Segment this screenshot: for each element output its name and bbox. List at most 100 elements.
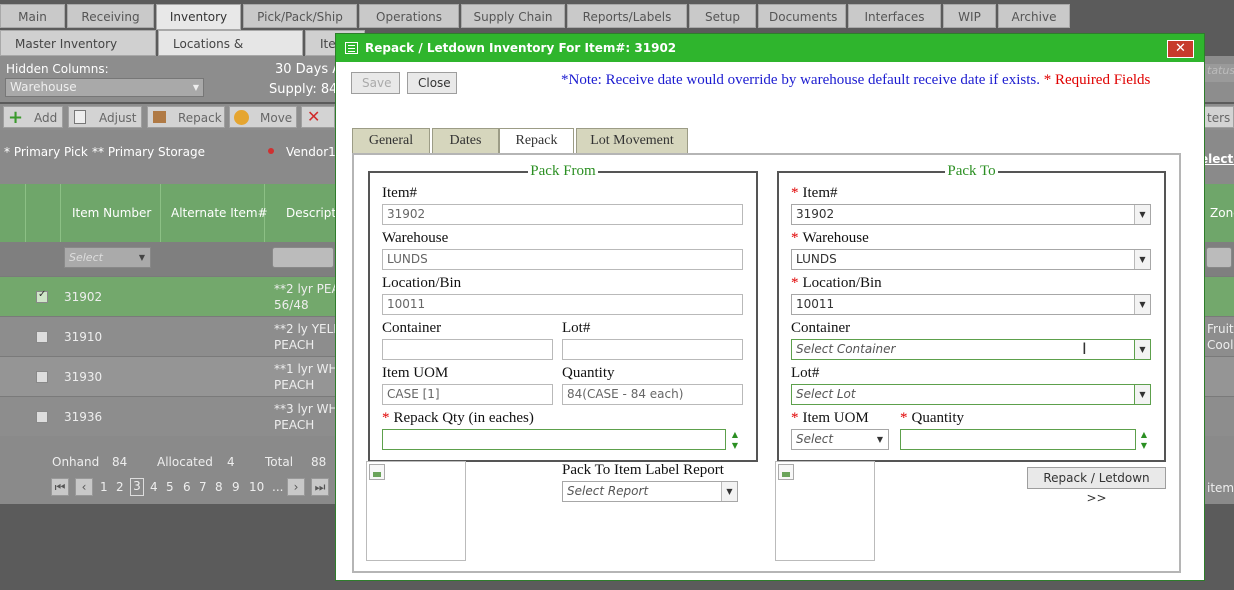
to-quantity-spinner[interactable]: ▲ ▼: [1137, 429, 1151, 453]
close-icon[interactable]: ✕: [1167, 40, 1194, 58]
to-item-label: * Item#: [791, 185, 838, 201]
chevron-down-icon: ▼: [1134, 385, 1150, 404]
from-container-field[interactable]: [382, 339, 553, 360]
hidden-columns-select[interactable]: Warehouse ▼: [5, 78, 204, 97]
dialog-titlebar[interactable]: Repack / Letdown Inventory For Item#: 31…: [336, 34, 1204, 62]
from-uom-field[interactable]: CASE [1]: [382, 384, 553, 405]
tab-operations[interactable]: Operations: [359, 4, 459, 28]
tab-setup[interactable]: Setup: [689, 4, 756, 28]
total-label: Total: [265, 455, 294, 469]
adjust-button[interactable]: Adjust: [68, 106, 142, 128]
description-filter[interactable]: [272, 247, 334, 268]
chevron-down-icon: ▼: [721, 482, 737, 501]
to-item-select[interactable]: 31902 ▼: [791, 204, 1151, 225]
from-item-field[interactable]: 31902: [382, 204, 743, 225]
required-fields-note: * Required Fields: [1043, 72, 1151, 88]
tab-reports-labels[interactable]: Reports/Labels: [567, 4, 687, 28]
vendor-legend: Vendor1: [286, 145, 336, 159]
label-report-select[interactable]: Select Report ▼: [562, 481, 738, 502]
add-button[interactable]: + Add: [3, 106, 63, 128]
page-8[interactable]: 8: [215, 480, 223, 494]
tab-dates[interactable]: Dates: [432, 128, 499, 154]
row-item-number: 31902: [64, 290, 103, 304]
page-9[interactable]: 9: [232, 480, 240, 494]
row-checkbox[interactable]: [36, 331, 48, 343]
window-icon: [345, 42, 358, 54]
close-button[interactable]: Close: [407, 72, 457, 94]
tab-wip[interactable]: WIP: [943, 4, 996, 28]
chevron-down-icon: ▼: [872, 430, 888, 449]
tab-documents[interactable]: Documents: [758, 4, 846, 28]
from-item-label: Item#: [382, 185, 417, 201]
page-7[interactable]: 7: [199, 480, 207, 494]
sub-nav-tabs: Master Inventory Profile Locations & Qua…: [0, 30, 367, 77]
from-lot-field[interactable]: [562, 339, 743, 360]
tab-general[interactable]: General: [352, 128, 430, 154]
to-lot-select[interactable]: Select Lot ▼: [791, 384, 1151, 405]
page-2[interactable]: 2: [116, 480, 124, 494]
from-location-field[interactable]: 10011: [382, 294, 743, 315]
col-alternate-item[interactable]: Alternate Item#: [171, 206, 268, 220]
page-1[interactable]: 1: [100, 480, 108, 494]
from-lot-label: Lot#: [562, 320, 591, 336]
row-desc-line2: 56/48: [274, 298, 309, 312]
first-page-icon[interactable]: ⏮: [51, 478, 69, 496]
prev-page-icon[interactable]: ‹: [75, 478, 93, 496]
row-item-number: 31936: [64, 410, 103, 424]
row-checkbox[interactable]: [36, 411, 48, 423]
chevron-down-icon: ▼: [1134, 295, 1150, 314]
plus-icon: +: [8, 107, 24, 128]
repack-qty-spinner[interactable]: ▲ ▼: [728, 429, 742, 453]
to-lot-label: Lot#: [791, 365, 820, 381]
to-container-select[interactable]: Select Container ▼: [791, 339, 1151, 360]
last-page-icon[interactable]: ⏭: [311, 478, 329, 496]
broken-image-icon: [778, 464, 794, 480]
repack-qty-input[interactable]: [382, 429, 726, 450]
tab-master-inventory-profile[interactable]: Master Inventory Profile: [0, 30, 156, 77]
hidden-columns-label: Hidden Columns:: [6, 62, 109, 76]
tab-lot-movement[interactable]: Lot Movement: [576, 128, 688, 154]
page-3-current[interactable]: 3: [130, 478, 144, 496]
status-filter[interactable]: tatus: [1204, 64, 1234, 82]
tab-main[interactable]: Main: [0, 4, 65, 28]
tab-pick-pack-ship[interactable]: Pick/Pack/Ship: [243, 4, 357, 28]
col-item-number[interactable]: Item Number: [72, 206, 151, 220]
item-number-filter[interactable]: Select ▼: [64, 247, 151, 268]
page-10[interactable]: 10: [249, 480, 264, 494]
onhand-value: 84: [112, 455, 128, 469]
to-uom-select[interactable]: Select ▼: [791, 429, 889, 450]
page-6[interactable]: 6: [183, 480, 191, 494]
filters-label: ters: [1207, 111, 1231, 125]
selected-link[interactable]: elected: [1200, 152, 1234, 166]
tab-repack[interactable]: Repack: [499, 128, 574, 155]
repack-letdown-button[interactable]: Repack / Letdown >>: [1027, 467, 1166, 505]
page-5[interactable]: 5: [166, 480, 174, 494]
next-page-icon[interactable]: ›: [287, 478, 305, 496]
col-zone[interactable]: Zone: [1210, 206, 1234, 220]
to-warehouse-value: LUNDS: [796, 252, 837, 266]
tab-archive[interactable]: Archive: [998, 4, 1070, 28]
to-location-select[interactable]: 10011 ▼: [791, 294, 1151, 315]
row-checkbox[interactable]: [36, 371, 48, 383]
to-warehouse-select[interactable]: LUNDS ▼: [791, 249, 1151, 270]
tab-supply-chain[interactable]: Supply Chain: [461, 4, 565, 28]
tab-inventory[interactable]: Inventory: [156, 4, 241, 30]
tab-receiving[interactable]: Receiving: [67, 4, 154, 28]
repack-button[interactable]: Repack: [147, 106, 225, 128]
page-ellipsis[interactable]: ...: [272, 480, 283, 494]
tab-locations-quantities[interactable]: Locations & Quantities: [158, 30, 303, 77]
to-warehouse-label-text: Warehouse: [802, 230, 869, 246]
from-quantity-field[interactable]: 84(CASE - 84 each): [562, 384, 743, 405]
row-checkbox[interactable]: ✓: [36, 289, 48, 303]
allocated-value: 4: [227, 455, 235, 469]
page-4[interactable]: 4: [150, 480, 158, 494]
delete-button[interactable]: ✕: [301, 106, 335, 128]
primary-pick-legend: * Primary Pick: [4, 145, 88, 159]
save-button[interactable]: Save: [351, 72, 400, 94]
to-quantity-input[interactable]: [900, 429, 1136, 450]
repack-qty-label: * Repack Qty (in eaches): [382, 410, 534, 426]
move-button[interactable]: Move: [229, 106, 297, 128]
from-warehouse-field[interactable]: LUNDS: [382, 249, 743, 270]
zone-filter[interactable]: [1206, 247, 1232, 268]
tab-interfaces[interactable]: Interfaces: [848, 4, 941, 28]
